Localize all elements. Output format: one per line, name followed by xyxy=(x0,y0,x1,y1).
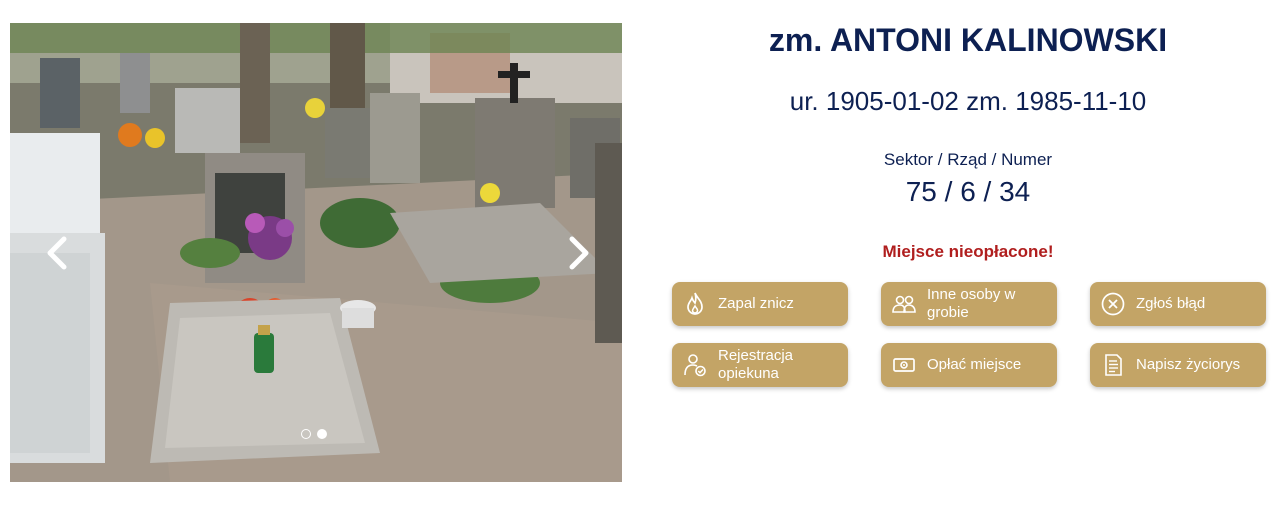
life-dates: ur. 1905-01-02 zm. 1985-11-10 xyxy=(789,86,1147,116)
light-candle-button[interactable]: Zapal znicz xyxy=(672,282,848,326)
report-error-button[interactable]: Zgłoś błąd xyxy=(1090,282,1266,326)
location-label: Sektor / Rząd / Numer xyxy=(883,150,1053,169)
other-people-in-grave-label: Inne osoby w grobie xyxy=(927,286,1016,321)
caretaker-registration-button[interactable]: Rejestracja opiekuna xyxy=(672,343,848,387)
light-candle-label: Zapal znicz xyxy=(718,295,794,312)
grave-info-panel: zm. ANTONI KALINOWSKI ur. 1905-01-02 zm.… xyxy=(640,0,1287,525)
flame-icon xyxy=(672,282,718,326)
carousel-dot-active[interactable] xyxy=(317,429,327,439)
location-value: 75 / 6 / 34 xyxy=(905,176,1031,207)
caretaker-registration-label: Rejestracja opiekuna xyxy=(718,347,794,382)
carousel-dot[interactable] xyxy=(301,429,311,439)
people-icon xyxy=(881,282,927,326)
error-x-icon xyxy=(1090,282,1136,326)
chevron-right-icon xyxy=(569,236,589,270)
grave-photo-carousel[interactable] xyxy=(10,23,622,482)
document-icon xyxy=(1090,343,1136,387)
grave-photo xyxy=(10,23,622,482)
payment-status-warning: Miejsce nieopłacone! xyxy=(882,242,1054,261)
deceased-name: zm. ANTONI KALINOWSKI xyxy=(768,22,1168,58)
pay-for-plot-label: Opłać miejsce xyxy=(927,356,1022,373)
banknote-icon xyxy=(881,343,927,387)
next-photo-button[interactable] xyxy=(560,235,596,271)
carousel-indicators xyxy=(301,429,327,439)
write-biography-button[interactable]: Napisz życiorys xyxy=(1090,343,1266,387)
pay-for-plot-button[interactable]: Opłać miejsce xyxy=(881,343,1057,387)
write-biography-label: Napisz życiorys xyxy=(1136,356,1241,373)
previous-photo-button[interactable] xyxy=(40,235,76,271)
chevron-left-icon xyxy=(47,236,67,270)
caretaker-icon xyxy=(672,343,718,387)
other-people-in-grave-button[interactable]: Inne osoby w grobie xyxy=(881,282,1057,326)
report-error-label: Zgłoś błąd xyxy=(1136,295,1206,312)
